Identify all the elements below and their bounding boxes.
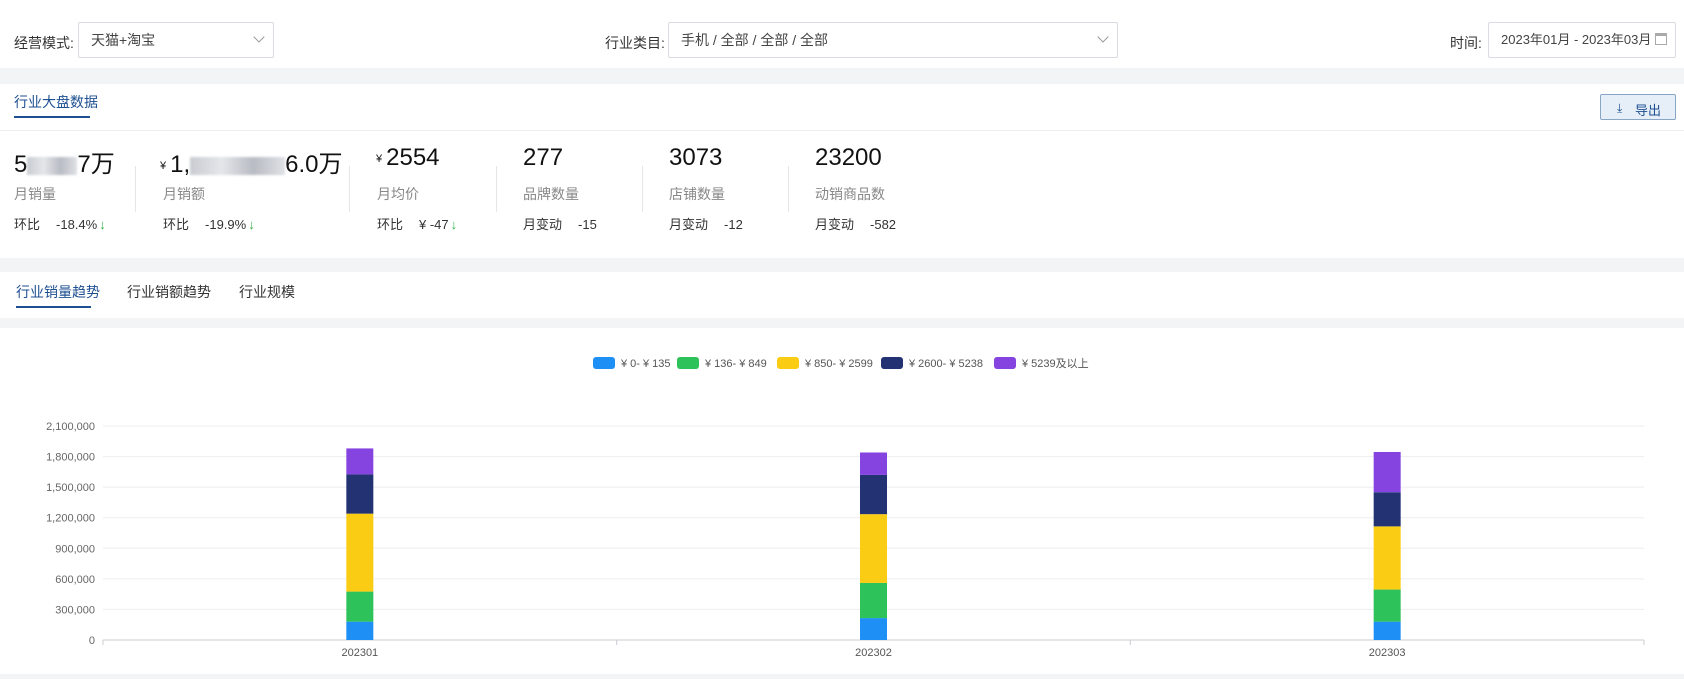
arrow-down-icon: ↓	[99, 217, 106, 232]
mode-label: 经营模式:	[14, 35, 74, 51]
active-tab-indicator	[16, 306, 91, 308]
legend-swatch	[593, 357, 615, 369]
stacked-bar-chart: 0 300,000 600,000 900,000 1,200,000 1,500,000…	[46, 357, 1645, 659]
x-tick-label: 202303	[1369, 647, 1406, 659]
stat-change: 环比 -18.4% ↓	[14, 217, 106, 232]
chevron-down-icon	[253, 31, 265, 43]
active-tab-indicator	[14, 116, 90, 118]
bar-segment	[1373, 621, 1401, 640]
y-tick-label: 300,000	[55, 604, 95, 616]
stat-label: 动销商品数	[815, 186, 885, 202]
stat-change: 月变动 -12	[669, 217, 743, 232]
time-value: 2023年01月 - 2023年03月	[1501, 32, 1652, 47]
divider	[0, 130, 1684, 131]
bar-segment	[1373, 451, 1401, 493]
industry-label: 行业类目:	[605, 35, 665, 51]
arrow-down-icon: ↓	[248, 217, 255, 232]
bar-segment	[346, 621, 374, 640]
bar-segment	[1373, 589, 1401, 622]
y-tick-label: 1,200,000	[46, 513, 95, 525]
filter-bar: 经营模式: 天猫+淘宝 行业类目: 手机 / 全部 / 全部 / 全部 时间: …	[0, 0, 1684, 68]
y-tick-label: 2,100,000	[46, 421, 95, 433]
arrow-down-icon: ↓	[450, 217, 458, 232]
legend-label: ¥ 0- ¥ 135	[620, 358, 671, 370]
bar-segment	[860, 582, 887, 619]
redacted-value	[190, 156, 286, 175]
industry-value: 手机 / 全部 / 全部 / 全部	[681, 32, 829, 48]
legend-label: ¥ 2600- ¥ 5238	[908, 358, 983, 370]
stat-change: 月变动 -15	[523, 217, 597, 232]
tab-sales-amount-trend[interactable]: 行业销额趋势	[127, 282, 211, 302]
bar-segment	[860, 452, 887, 475]
redacted-value	[27, 156, 78, 175]
x-tick-label: 202301	[341, 647, 378, 659]
bar-segment	[1373, 526, 1401, 590]
stat-change: 月变动 -582	[815, 217, 897, 232]
y-tick-label: 900,000	[55, 543, 95, 555]
export-label: 导出	[1635, 103, 1662, 118]
legend-label: ¥ 850- ¥ 2599	[804, 358, 873, 370]
monthly-sales-volume: 5 7万	[14, 151, 115, 178]
time-label: 时间:	[1450, 35, 1482, 51]
divider	[349, 166, 350, 212]
bar-segment	[860, 618, 887, 640]
industry-select[interactable]: 手机 / 全部 / 全部 / 全部	[668, 22, 1118, 58]
stat-change: 环比 -19.9% ↓	[163, 217, 255, 232]
active-product-count: 23200	[815, 144, 882, 171]
bar-segment	[860, 514, 887, 583]
stat-change: 环比 ¥ -47 ↓	[377, 217, 458, 232]
legend-swatch	[777, 357, 799, 369]
divider	[788, 166, 789, 212]
store-count: 3073	[669, 144, 723, 171]
chevron-down-icon	[1097, 31, 1109, 43]
tab-sales-volume-trend[interactable]: 行业销量趋势	[16, 282, 100, 302]
bar-segment	[346, 448, 374, 475]
stat-label: 品牌数量	[523, 186, 579, 202]
brand-count: 277	[523, 144, 564, 171]
legend-swatch	[881, 357, 903, 369]
legend-label: ¥ 5239及以上	[1021, 357, 1089, 370]
time-range-picker[interactable]: 2023年01月 - 2023年03月	[1488, 22, 1676, 58]
x-tick-label: 202302	[855, 647, 892, 659]
stat-label: 店铺数量	[669, 186, 725, 202]
divider	[642, 166, 643, 212]
legend-swatch	[677, 357, 699, 369]
stat-label: 月销量	[14, 186, 56, 202]
bar-segment	[346, 474, 374, 514]
tab-industry-overview[interactable]: 行业大盘数据	[14, 92, 98, 112]
bar-segment	[1373, 492, 1401, 527]
divider	[135, 166, 136, 212]
chart-panel: 0 300,000 600,000 900,000 1,200,000 1,500,000…	[0, 328, 1684, 674]
stat-label: 月均价	[377, 186, 419, 202]
bar-segment	[860, 474, 887, 515]
tab-industry-scale[interactable]: 行业规模	[239, 282, 295, 302]
trend-tabs: 行业销量趋势 行业销额趋势 行业规模	[0, 272, 1684, 318]
mode-select[interactable]: 天猫+淘宝	[78, 22, 274, 58]
y-tick-label: 1,800,000	[46, 452, 95, 464]
bar-segment	[346, 591, 374, 622]
y-tick-label: 1,500,000	[46, 482, 95, 494]
divider	[496, 166, 497, 212]
download-icon: ⤓	[1617, 101, 1623, 115]
y-tick-label: 600,000	[55, 574, 95, 586]
stat-label: 月销额	[163, 186, 205, 202]
monthly-sales-amount: ¥1, 6.0万	[160, 151, 343, 178]
export-button[interactable]: ⤓ 导出	[1600, 94, 1676, 120]
legend-label: ¥ 136- ¥ 849	[704, 358, 767, 370]
calendar-icon	[1655, 33, 1667, 45]
monthly-average-price: ¥2554	[376, 144, 440, 171]
mode-value: 天猫+淘宝	[91, 32, 156, 48]
bar-segment	[346, 513, 374, 592]
y-tick-label: 0	[89, 635, 95, 647]
legend-swatch	[994, 357, 1016, 369]
